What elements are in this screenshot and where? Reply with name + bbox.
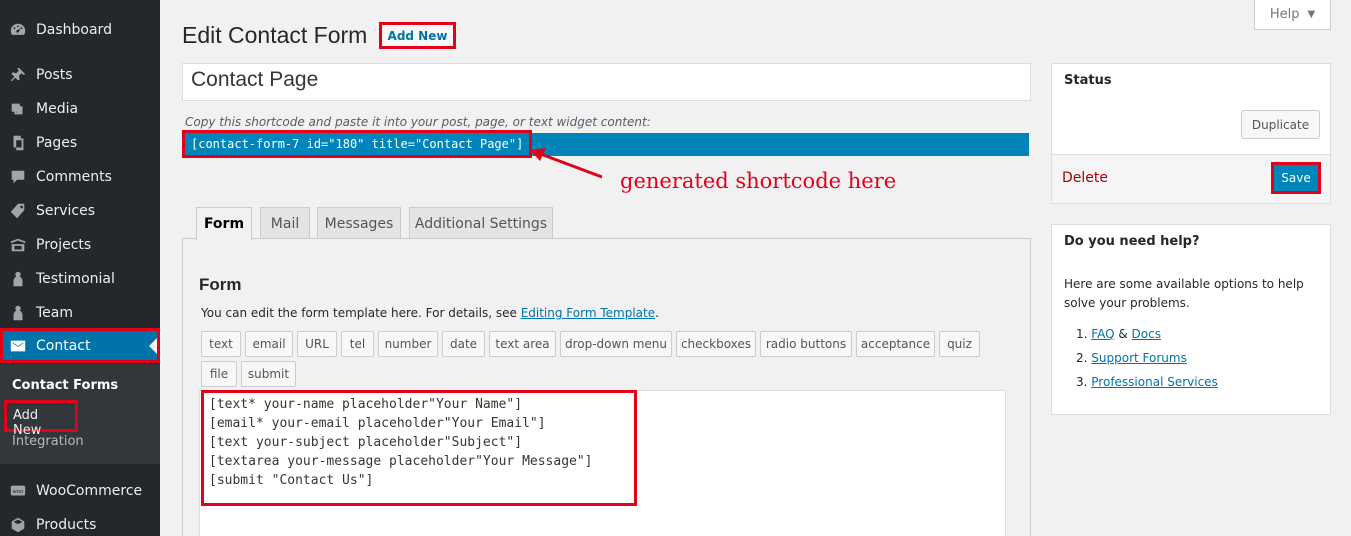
help-tab-button[interactable]: Help ▼: [1254, 0, 1331, 30]
form-desc-suffix: .: [655, 306, 659, 320]
save-button[interactable]: Save: [1271, 162, 1321, 194]
submenu-contact-forms[interactable]: Contact Forms: [12, 378, 118, 393]
list-number: 1.: [1076, 327, 1088, 341]
sidebar-item-label: WooCommerce: [36, 483, 143, 499]
sidebar-item-label: Services: [36, 203, 96, 219]
pin-icon: [0, 66, 36, 84]
tag-button-tel[interactable]: tel: [341, 331, 374, 357]
sidebar-item-label: Contact: [36, 337, 91, 354]
tag-button-textarea[interactable]: text area: [489, 331, 556, 357]
tab-additional-settings[interactable]: Additional Settings: [409, 207, 553, 239]
tag-button-number[interactable]: number: [378, 331, 438, 357]
sidebar-item-projects[interactable]: Projects: [0, 228, 160, 262]
admin-sidebar: Dashboard Posts Media Pages Comments Ser…: [0, 0, 160, 536]
svg-text:woo: woo: [13, 489, 24, 495]
tag-button-url[interactable]: URL: [297, 331, 337, 357]
tag-button-text[interactable]: text: [201, 331, 241, 357]
page-title: Edit Contact Form: [182, 22, 368, 48]
comment-icon: [0, 168, 36, 186]
faq-link[interactable]: FAQ: [1091, 327, 1114, 341]
annotation-label: generated shortcode here: [620, 169, 897, 193]
envelope-icon: [0, 337, 36, 355]
tab-mail[interactable]: Mail: [260, 207, 310, 239]
active-indicator: [149, 337, 157, 354]
help-title: Do you need help?: [1064, 234, 1200, 249]
sidebar-item-label: Posts: [36, 67, 73, 83]
tag-button-email[interactable]: email: [245, 331, 293, 357]
help-list-item: 3. Professional Services: [1076, 375, 1218, 389]
sidebar-item-label: Products: [36, 517, 97, 533]
list-number: 3.: [1076, 375, 1088, 389]
tag-button-dropdown[interactable]: drop-down menu: [560, 331, 672, 357]
sidebar-item-woocommerce[interactable]: woo WooCommerce: [0, 474, 160, 508]
add-new-button[interactable]: Add New: [379, 22, 456, 49]
portfolio-icon: [0, 236, 36, 254]
form-heading: Form: [199, 275, 242, 294]
list-number: 2.: [1076, 351, 1088, 365]
tab-messages[interactable]: Messages: [317, 207, 401, 239]
tag-button-radio[interactable]: radio buttons: [760, 331, 852, 357]
contact-submenu: Contact Forms Add New Integration: [0, 364, 160, 464]
help-label: Help: [1269, 7, 1300, 22]
annotation-arrow-icon: [530, 148, 603, 179]
sidebar-item-label: Media: [36, 101, 79, 117]
form-title-input[interactable]: Contact Page: [182, 63, 1031, 101]
shortcode-text[interactable]: [contact-form-7 id="180" title="Contact …: [182, 130, 532, 158]
list-separator: &: [1114, 327, 1132, 341]
sidebar-item-dashboard[interactable]: Dashboard: [0, 13, 160, 47]
sidebar-item-comments[interactable]: Comments: [0, 160, 160, 194]
duplicate-button[interactable]: Duplicate: [1241, 110, 1320, 139]
sidebar-item-team[interactable]: Team: [0, 296, 160, 330]
tag-button-file[interactable]: file: [201, 361, 237, 387]
shortcode-description: Copy this shortcode and paste it into yo…: [185, 115, 651, 129]
sidebar-item-label: Dashboard: [36, 22, 112, 38]
sidebar-item-services[interactable]: Services: [0, 194, 160, 228]
sidebar-item-pages[interactable]: Pages: [0, 126, 160, 160]
form-template-code[interactable]: [text* your-name placeholder"Your Name"]…: [201, 390, 637, 506]
delete-link[interactable]: Delete: [1062, 170, 1108, 186]
tag-button-submit[interactable]: submit: [241, 361, 296, 387]
docs-link[interactable]: Docs: [1132, 327, 1161, 341]
submenu-integration[interactable]: Integration: [12, 434, 84, 449]
dashboard-icon: [0, 21, 36, 39]
tag-button-date[interactable]: date: [442, 331, 485, 357]
tag-button-quiz[interactable]: quiz: [939, 331, 980, 357]
sidebar-item-media[interactable]: Media: [0, 92, 160, 126]
sidebar-item-label: Testimonial: [36, 271, 115, 287]
submenu-add-new[interactable]: Add New: [4, 400, 78, 438]
sidebar-item-products[interactable]: Products: [0, 508, 160, 536]
tag-icon: [0, 202, 36, 220]
sidebar-item-contact[interactable]: Contact: [0, 328, 160, 363]
status-title: Status: [1064, 73, 1112, 88]
support-forums-link[interactable]: Support Forums: [1091, 351, 1187, 365]
sidebar-item-label: Pages: [36, 135, 78, 151]
caret-down-icon: ▼: [1307, 9, 1316, 20]
person-icon: [0, 270, 36, 288]
box-icon: [0, 516, 36, 534]
sidebar-item-label: Team: [36, 305, 74, 321]
sidebar-item-posts[interactable]: Posts: [0, 58, 160, 92]
sidebar-item-testimonial[interactable]: Testimonial: [0, 262, 160, 296]
woo-icon: woo: [0, 482, 36, 500]
editing-form-template-link[interactable]: Editing Form Template: [521, 306, 655, 320]
professional-services-link[interactable]: Professional Services: [1091, 375, 1218, 389]
help-list-item: 1. FAQ & Docs: [1076, 327, 1161, 341]
person-icon: [0, 304, 36, 322]
tag-button-acceptance[interactable]: acceptance: [856, 331, 935, 357]
sidebar-item-label: Projects: [36, 237, 92, 253]
media-icon: [0, 100, 36, 118]
tag-button-checkboxes[interactable]: checkboxes: [676, 331, 756, 357]
help-description: Here are some available options to help …: [1064, 277, 1304, 310]
form-description: You can edit the form template here. For…: [201, 306, 659, 320]
form-desc-text: You can edit the form template here. For…: [201, 306, 521, 320]
tab-form[interactable]: Form: [196, 207, 252, 240]
pages-icon: [0, 134, 36, 152]
sidebar-item-label: Comments: [36, 169, 112, 185]
help-list-item: 2. Support Forums: [1076, 351, 1187, 365]
